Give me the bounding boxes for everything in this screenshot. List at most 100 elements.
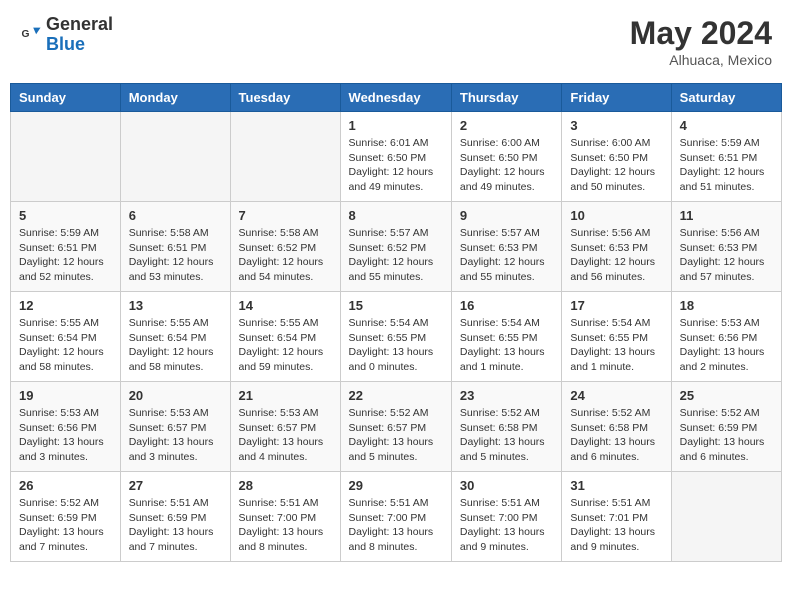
calendar-cell: 2 Sunrise: 6:00 AM Sunset: 6:50 PM Daylig… bbox=[451, 112, 561, 202]
day-info: Sunrise: 5:55 AM Sunset: 6:54 PM Dayligh… bbox=[19, 316, 112, 375]
day-number: 12 bbox=[19, 298, 112, 313]
calendar-cell: 24 Sunrise: 5:52 AM Sunset: 6:58 PM Dayli… bbox=[562, 382, 671, 472]
calendar-cell: 10 Sunrise: 5:56 AM Sunset: 6:53 PM Dayli… bbox=[562, 202, 671, 292]
day-number: 1 bbox=[349, 118, 443, 133]
day-of-week-header: Friday bbox=[562, 84, 671, 112]
calendar-table: SundayMondayTuesdayWednesdayThursdayFrid… bbox=[10, 83, 782, 562]
day-info: Sunrise: 5:58 AM Sunset: 6:51 PM Dayligh… bbox=[129, 226, 222, 285]
calendar-cell: 12 Sunrise: 5:55 AM Sunset: 6:54 PM Dayli… bbox=[11, 292, 121, 382]
day-info: Sunrise: 5:51 AM Sunset: 6:59 PM Dayligh… bbox=[129, 496, 222, 555]
calendar-cell: 1 Sunrise: 6:01 AM Sunset: 6:50 PM Daylig… bbox=[340, 112, 451, 202]
day-info: Sunrise: 5:51 AM Sunset: 7:00 PM Dayligh… bbox=[349, 496, 443, 555]
day-info: Sunrise: 5:53 AM Sunset: 6:56 PM Dayligh… bbox=[19, 406, 112, 465]
day-info: Sunrise: 5:58 AM Sunset: 6:52 PM Dayligh… bbox=[239, 226, 332, 285]
calendar-cell: 4Sunrise: 5:59 AM Sunset: 6:51 PM Daylig… bbox=[671, 112, 781, 202]
calendar-cell: 26 Sunrise: 5:52 AM Sunset: 6:59 PM Dayli… bbox=[11, 472, 121, 562]
day-of-week-header: Monday bbox=[120, 84, 230, 112]
day-info: Sunrise: 5:56 AM Sunset: 6:53 PM Dayligh… bbox=[680, 226, 773, 285]
calendar-header-row: SundayMondayTuesdayWednesdayThursdayFrid… bbox=[11, 84, 782, 112]
title-section: May 2024 Alhuaca, Mexico bbox=[630, 15, 772, 68]
calendar-cell: 25Sunrise: 5:52 AM Sunset: 6:59 PM Dayli… bbox=[671, 382, 781, 472]
svg-text:G: G bbox=[21, 29, 29, 40]
calendar-cell: 23Sunrise: 5:52 AM Sunset: 6:58 PM Dayli… bbox=[451, 382, 561, 472]
day-number: 3 bbox=[570, 118, 662, 133]
calendar-body: 1 Sunrise: 6:01 AM Sunset: 6:50 PM Daylig… bbox=[11, 112, 782, 562]
day-info: Sunrise: 6:00 AM Sunset: 6:50 PM Dayligh… bbox=[460, 136, 553, 195]
day-info: Sunrise: 5:51 AM Sunset: 7:00 PM Dayligh… bbox=[460, 496, 553, 555]
day-number: 18 bbox=[680, 298, 773, 313]
calendar-cell: 29 Sunrise: 5:51 AM Sunset: 7:00 PM Dayli… bbox=[340, 472, 451, 562]
logo-general: General bbox=[46, 14, 113, 34]
calendar-cell: 19Sunrise: 5:53 AM Sunset: 6:56 PM Dayli… bbox=[11, 382, 121, 472]
calendar-cell: 15Sunrise: 5:54 AM Sunset: 6:55 PM Dayli… bbox=[340, 292, 451, 382]
logo-blue: Blue bbox=[46, 34, 85, 54]
day-info: Sunrise: 5:57 AM Sunset: 6:52 PM Dayligh… bbox=[349, 226, 443, 285]
day-number: 31 bbox=[570, 478, 662, 493]
day-info: Sunrise: 6:01 AM Sunset: 6:50 PM Dayligh… bbox=[349, 136, 443, 195]
day-number: 10 bbox=[570, 208, 662, 223]
calendar-cell: 13 Sunrise: 5:55 AM Sunset: 6:54 PM Dayli… bbox=[120, 292, 230, 382]
calendar-cell: 22 Sunrise: 5:52 AM Sunset: 6:57 PM Dayli… bbox=[340, 382, 451, 472]
day-of-week-header: Wednesday bbox=[340, 84, 451, 112]
day-number: 27 bbox=[129, 478, 222, 493]
day-number: 16 bbox=[460, 298, 553, 313]
calendar-cell: 28Sunrise: 5:51 AM Sunset: 7:00 PM Dayli… bbox=[230, 472, 340, 562]
calendar-week-row: 5Sunrise: 5:59 AM Sunset: 6:51 PM Daylig… bbox=[11, 202, 782, 292]
day-info: Sunrise: 5:59 AM Sunset: 6:51 PM Dayligh… bbox=[680, 136, 773, 195]
day-number: 7 bbox=[239, 208, 332, 223]
calendar-week-row: 26 Sunrise: 5:52 AM Sunset: 6:59 PM Dayli… bbox=[11, 472, 782, 562]
day-of-week-header: Saturday bbox=[671, 84, 781, 112]
day-of-week-header: Thursday bbox=[451, 84, 561, 112]
calendar-cell: 14 Sunrise: 5:55 AM Sunset: 6:54 PM Dayli… bbox=[230, 292, 340, 382]
day-info: Sunrise: 5:52 AM Sunset: 6:59 PM Dayligh… bbox=[19, 496, 112, 555]
day-info: Sunrise: 5:52 AM Sunset: 6:59 PM Dayligh… bbox=[680, 406, 773, 465]
day-number: 6 bbox=[129, 208, 222, 223]
location-subtitle: Alhuaca, Mexico bbox=[630, 52, 772, 68]
day-number: 23 bbox=[460, 388, 553, 403]
day-number: 24 bbox=[570, 388, 662, 403]
day-info: Sunrise: 5:55 AM Sunset: 6:54 PM Dayligh… bbox=[129, 316, 222, 375]
day-number: 17 bbox=[570, 298, 662, 313]
calendar-cell: 9Sunrise: 5:57 AM Sunset: 6:53 PM Daylig… bbox=[451, 202, 561, 292]
calendar-cell: 11Sunrise: 5:56 AM Sunset: 6:53 PM Dayli… bbox=[671, 202, 781, 292]
day-number: 14 bbox=[239, 298, 332, 313]
day-number: 26 bbox=[19, 478, 112, 493]
day-info: Sunrise: 5:53 AM Sunset: 6:57 PM Dayligh… bbox=[239, 406, 332, 465]
day-number: 2 bbox=[460, 118, 553, 133]
calendar-cell: 16 Sunrise: 5:54 AM Sunset: 6:55 PM Dayli… bbox=[451, 292, 561, 382]
page-header: G General Blue May 2024 Alhuaca, Mexico bbox=[10, 10, 782, 73]
day-of-week-header: Tuesday bbox=[230, 84, 340, 112]
calendar-cell: 18 Sunrise: 5:53 AM Sunset: 6:56 PM Dayli… bbox=[671, 292, 781, 382]
calendar-cell: 7 Sunrise: 5:58 AM Sunset: 6:52 PM Daylig… bbox=[230, 202, 340, 292]
calendar-cell: 21Sunrise: 5:53 AM Sunset: 6:57 PM Dayli… bbox=[230, 382, 340, 472]
calendar-cell: 30 Sunrise: 5:51 AM Sunset: 7:00 PM Dayli… bbox=[451, 472, 561, 562]
calendar-cell: 3 Sunrise: 6:00 AM Sunset: 6:50 PM Daylig… bbox=[562, 112, 671, 202]
calendar-cell: 8 Sunrise: 5:57 AM Sunset: 6:52 PM Daylig… bbox=[340, 202, 451, 292]
calendar-week-row: 12 Sunrise: 5:55 AM Sunset: 6:54 PM Dayli… bbox=[11, 292, 782, 382]
day-info: Sunrise: 5:56 AM Sunset: 6:53 PM Dayligh… bbox=[570, 226, 662, 285]
day-info: Sunrise: 5:53 AM Sunset: 6:56 PM Dayligh… bbox=[680, 316, 773, 375]
day-info: Sunrise: 5:57 AM Sunset: 6:53 PM Dayligh… bbox=[460, 226, 553, 285]
day-number: 8 bbox=[349, 208, 443, 223]
day-number: 30 bbox=[460, 478, 553, 493]
day-info: Sunrise: 5:54 AM Sunset: 6:55 PM Dayligh… bbox=[460, 316, 553, 375]
day-info: Sunrise: 5:59 AM Sunset: 6:51 PM Dayligh… bbox=[19, 226, 112, 285]
day-info: Sunrise: 5:53 AM Sunset: 6:57 PM Dayligh… bbox=[129, 406, 222, 465]
calendar-cell: 17Sunrise: 5:54 AM Sunset: 6:55 PM Dayli… bbox=[562, 292, 671, 382]
day-info: Sunrise: 5:55 AM Sunset: 6:54 PM Dayligh… bbox=[239, 316, 332, 375]
day-number: 29 bbox=[349, 478, 443, 493]
day-info: Sunrise: 6:00 AM Sunset: 6:50 PM Dayligh… bbox=[570, 136, 662, 195]
calendar-week-row: 1 Sunrise: 6:01 AM Sunset: 6:50 PM Daylig… bbox=[11, 112, 782, 202]
day-number: 20 bbox=[129, 388, 222, 403]
month-year-title: May 2024 bbox=[630, 15, 772, 52]
logo: G General Blue bbox=[20, 15, 113, 55]
calendar-week-row: 19Sunrise: 5:53 AM Sunset: 6:56 PM Dayli… bbox=[11, 382, 782, 472]
day-info: Sunrise: 5:51 AM Sunset: 7:00 PM Dayligh… bbox=[239, 496, 332, 555]
day-info: Sunrise: 5:54 AM Sunset: 6:55 PM Dayligh… bbox=[349, 316, 443, 375]
day-number: 22 bbox=[349, 388, 443, 403]
day-info: Sunrise: 5:52 AM Sunset: 6:57 PM Dayligh… bbox=[349, 406, 443, 465]
day-info: Sunrise: 5:52 AM Sunset: 6:58 PM Dayligh… bbox=[570, 406, 662, 465]
calendar-cell: 5Sunrise: 5:59 AM Sunset: 6:51 PM Daylig… bbox=[11, 202, 121, 292]
calendar-cell bbox=[230, 112, 340, 202]
day-number: 13 bbox=[129, 298, 222, 313]
